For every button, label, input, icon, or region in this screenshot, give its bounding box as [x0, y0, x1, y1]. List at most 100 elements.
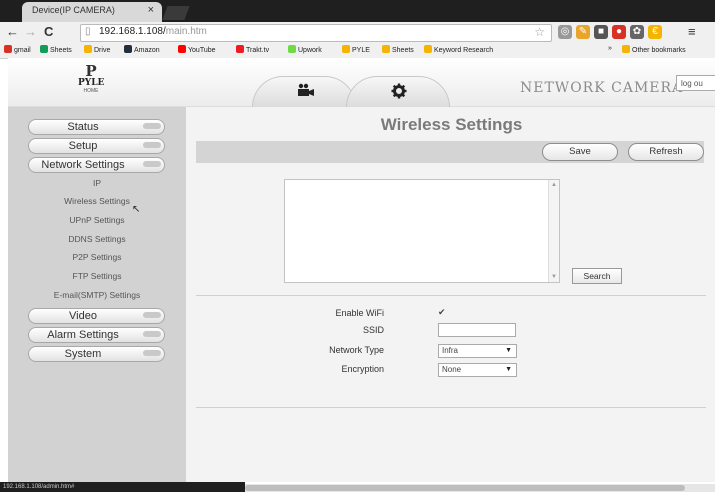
- camera-header: P PYLE HOME NETWORK CAMERA log ou: [8, 58, 715, 107]
- action-toolbar: Save Refresh: [196, 141, 704, 163]
- bookmark-item[interactable]: PYLE: [342, 45, 370, 54]
- bookmark-label: YouTube: [188, 47, 216, 54]
- chevron-up-icon: [143, 161, 161, 167]
- sidebar-item-system[interactable]: System: [28, 346, 165, 362]
- sidebar-item-alarm-settings[interactable]: Alarm Settings: [28, 327, 165, 343]
- sublink-ddns-settings[interactable]: DDNS Settings: [8, 234, 186, 244]
- sidebar-item-label: Alarm Settings: [47, 329, 119, 341]
- reload-icon[interactable]: C: [44, 24, 53, 40]
- bookmark-item[interactable]: YouTube: [178, 45, 216, 54]
- bookmarks-bar: gmail Sheets Drive Amazon YouTube Trakt.…: [0, 42, 715, 59]
- bookmark-item[interactable]: gmail: [4, 45, 31, 54]
- logo-sub: HOME: [83, 88, 99, 94]
- refresh-button[interactable]: Refresh: [628, 143, 704, 161]
- tab-close-icon[interactable]: ×: [148, 4, 154, 16]
- chevron-down-icon: [143, 350, 161, 356]
- bookmark-label: Drive: [94, 47, 111, 54]
- chevron-down-icon: [143, 312, 161, 318]
- menu-icon[interactable]: ≡: [688, 24, 696, 40]
- bookmark-favicon-icon: [40, 45, 48, 53]
- brand-title: NETWORK CAMERA: [520, 80, 684, 96]
- url-host: 192.168.1.108/: [99, 26, 166, 37]
- other-bookmarks[interactable]: Other bookmarks: [622, 45, 686, 54]
- extension-icon[interactable]: €: [648, 25, 662, 39]
- gear-icon: [391, 83, 407, 104]
- extension-icon[interactable]: ✎: [576, 25, 590, 39]
- save-button[interactable]: Save: [542, 143, 618, 161]
- sidebar-item-label: Network Settings: [41, 159, 125, 171]
- sublink-ip[interactable]: IP: [8, 178, 186, 188]
- sublink-wireless-settings[interactable]: Wireless Settings: [8, 196, 186, 206]
- address-bar-url: 192.168.1.108/main.htm: [99, 26, 207, 37]
- tab-live-video[interactable]: [252, 76, 356, 107]
- sublink-upnp-settings[interactable]: UPnP Settings: [8, 215, 186, 225]
- bookmark-favicon-icon: [4, 45, 12, 53]
- extension-icon[interactable]: ✿: [630, 25, 644, 39]
- browser-tab[interactable]: Device(IP CAMERA) ×: [22, 2, 162, 22]
- extension-icon[interactable]: ●: [612, 25, 626, 39]
- wifi-scan-list[interactable]: ▲ ▼: [284, 179, 560, 283]
- bookmarks-overflow-icon[interactable]: »: [608, 45, 612, 52]
- search-button[interactable]: Search: [572, 268, 622, 284]
- bookmark-item[interactable]: Keyword Research: [424, 45, 493, 54]
- ssid-field[interactable]: [438, 323, 516, 337]
- main-panel: Wireless Settings Save Refresh ▲ ▼ Searc…: [188, 107, 715, 482]
- encryption-label: Encryption: [341, 364, 384, 374]
- logo-word: PYLE: [78, 78, 105, 88]
- bookmark-star-icon[interactable]: ☆: [534, 25, 545, 39]
- bookmark-label: Amazon: [134, 47, 160, 54]
- sidebar-item-label: Status: [67, 121, 99, 133]
- new-tab-button[interactable]: [162, 6, 190, 20]
- scrollbar-thumb[interactable]: [245, 485, 685, 491]
- other-bookmarks-label: Other bookmarks: [632, 47, 686, 54]
- bookmark-label: gmail: [14, 47, 31, 54]
- sidebar: Status Setup Network Settings IP Wireles…: [8, 107, 186, 482]
- bookmark-label: Sheets: [50, 47, 72, 54]
- bookmark-label: Sheets: [392, 47, 414, 54]
- encryption-value: None: [442, 365, 462, 374]
- bookmark-label: Keyword Research: [434, 47, 494, 54]
- folder-icon: [424, 45, 432, 53]
- url-path: main.htm: [165, 26, 207, 37]
- bookmark-favicon-icon: [178, 45, 186, 53]
- bookmark-item[interactable]: Trakt.tv: [236, 45, 269, 54]
- forward-arrow-icon[interactable]: →: [24, 24, 37, 40]
- back-arrow-icon[interactable]: ←: [6, 24, 19, 40]
- scroll-up-icon[interactable]: ▲: [551, 182, 557, 188]
- video-camera-icon: [297, 83, 315, 102]
- sidebar-item-network-settings[interactable]: Network Settings: [28, 157, 165, 173]
- bookmark-item[interactable]: Sheets: [40, 45, 72, 54]
- bookmark-item[interactable]: Upwork: [288, 45, 322, 54]
- status-bar-url: 192.168.1.108/admin.htm#: [0, 482, 245, 492]
- bookmark-label: PYLE: [352, 47, 370, 54]
- sublink-p2p-settings[interactable]: P2P Settings: [8, 252, 186, 262]
- page-title: Wireless Settings: [380, 115, 523, 134]
- address-bar[interactable]: ▯ 192.168.1.108/main.htm ☆: [80, 24, 552, 42]
- bookmark-item[interactable]: Drive: [84, 45, 110, 54]
- sublink-email-settings[interactable]: E-mail(SMTP) Settings: [8, 290, 186, 300]
- ssid-label: SSID: [362, 325, 384, 335]
- sidebar-item-setup[interactable]: Setup: [28, 138, 165, 154]
- sidebar-item-video[interactable]: Video: [28, 308, 165, 324]
- chevron-down-icon: ▼: [505, 347, 512, 354]
- enable-wifi-checkbox[interactable]: ✔: [438, 308, 446, 317]
- sidebar-item-label: System: [64, 348, 102, 360]
- pyle-logo: P PYLE HOME: [78, 62, 105, 95]
- extension-icon[interactable]: ◎: [558, 25, 572, 39]
- encryption-select[interactable]: None ▼: [438, 363, 517, 377]
- bookmark-favicon-icon: [288, 45, 296, 53]
- bookmark-item[interactable]: Sheets: [382, 45, 414, 54]
- network-type-select[interactable]: Infra ▼: [438, 344, 517, 358]
- scan-list-scrollbar[interactable]: ▲ ▼: [548, 180, 559, 282]
- scroll-down-icon[interactable]: ▼: [551, 274, 557, 280]
- logo-mark: P: [85, 62, 97, 80]
- horizontal-scrollbar[interactable]: [245, 484, 715, 492]
- logout-button[interactable]: log ou: [676, 75, 715, 91]
- extension-icon[interactable]: ■: [594, 25, 608, 39]
- browser-tab-bar: Device(IP CAMERA) ×: [0, 0, 715, 22]
- sublink-ftp-settings[interactable]: FTP Settings: [8, 271, 186, 281]
- tab-settings[interactable]: [346, 76, 450, 107]
- chevron-down-icon: [143, 123, 161, 129]
- sidebar-item-status[interactable]: Status: [28, 119, 165, 135]
- bookmark-item[interactable]: Amazon: [124, 45, 160, 54]
